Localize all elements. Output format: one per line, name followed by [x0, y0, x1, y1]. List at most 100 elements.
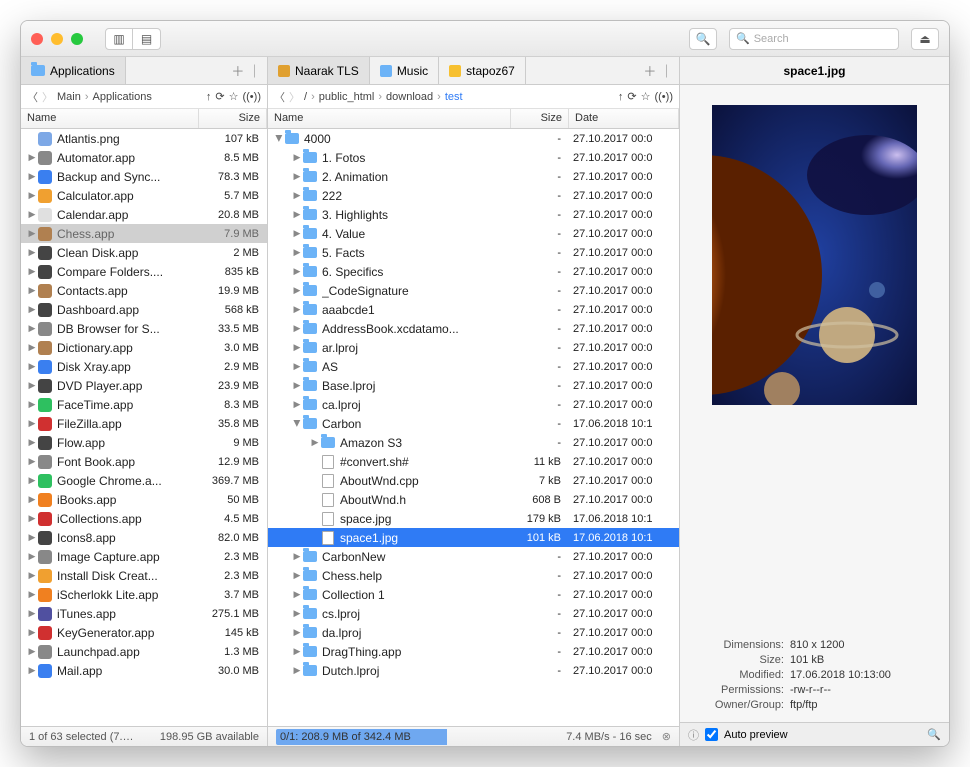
expand-arrow[interactable]: ▶: [27, 570, 37, 581]
list-item[interactable]: ▶4000-27.10.2017 00:0: [268, 129, 679, 148]
expand-arrow[interactable]: ▶: [292, 380, 302, 391]
list-item[interactable]: space1.jpg101 kB17.06.2018 10:1: [268, 528, 679, 547]
list-item[interactable]: ▶2. Animation-27.10.2017 00:0: [268, 167, 679, 186]
expand-arrow[interactable]: ▶: [27, 646, 37, 657]
expand-arrow[interactable]: ▶: [27, 171, 37, 182]
up-icon[interactable]: ↑: [206, 91, 212, 103]
expand-arrow[interactable]: ▶: [27, 532, 37, 543]
list-item[interactable]: ▶Base.lproj-27.10.2017 00:0: [268, 376, 679, 395]
expand-arrow[interactable]: ▶: [292, 209, 302, 220]
expand-arrow[interactable]: ▶: [27, 323, 37, 334]
list-item[interactable]: ▶Mail.app30.0 MB: [21, 661, 267, 680]
list-item[interactable]: ▶Automator.app8.5 MB: [21, 148, 267, 167]
sidebar-toggle-button[interactable]: ▥: [105, 28, 133, 50]
expand-arrow[interactable]: ▶: [292, 285, 302, 296]
list-item[interactable]: ▶Flow.app9 MB: [21, 433, 267, 452]
expand-arrow[interactable]: ▶: [27, 304, 37, 315]
list-item[interactable]: ▶Image Capture.app2.3 MB: [21, 547, 267, 566]
expand-arrow[interactable]: ▶: [292, 551, 302, 562]
list-item[interactable]: Atlantis.png107 kB: [21, 129, 267, 148]
expand-arrow[interactable]: ▶: [27, 342, 37, 353]
col-size[interactable]: Size: [199, 109, 267, 128]
list-item[interactable]: ▶iTunes.app275.1 MB: [21, 604, 267, 623]
tab[interactable]: stapoz67: [439, 57, 526, 84]
expand-arrow[interactable]: ▶: [292, 570, 302, 581]
list-item[interactable]: ▶KeyGenerator.app145 kB: [21, 623, 267, 642]
expand-arrow[interactable]: ▶: [292, 304, 302, 315]
breadcrumb-applications[interactable]: Applications: [93, 91, 152, 103]
expand-arrow[interactable]: ▶: [292, 627, 302, 638]
list-item[interactable]: ▶cs.lproj-27.10.2017 00:0: [268, 604, 679, 623]
list-item[interactable]: ▶aaabcde1-27.10.2017 00:0: [268, 300, 679, 319]
list-item[interactable]: ▶iScherlokk Lite.app3.7 MB: [21, 585, 267, 604]
expand-arrow[interactable]: ▶: [292, 171, 302, 182]
sync-icon[interactable]: ((•)): [654, 91, 673, 103]
list-item[interactable]: ▶AddressBook.xcdatamo...-27.10.2017 00:0: [268, 319, 679, 338]
magnify-button[interactable]: 🔍: [689, 28, 717, 50]
star-icon[interactable]: ☆: [641, 90, 651, 103]
list-item[interactable]: ▶ar.lproj-27.10.2017 00:0: [268, 338, 679, 357]
expand-arrow[interactable]: ▶: [292, 152, 302, 163]
col-date[interactable]: Date: [569, 109, 679, 128]
list-item[interactable]: ▶Chess.app7.9 MB: [21, 224, 267, 243]
tab[interactable]: Music: [370, 57, 439, 84]
view-mode-button[interactable]: ▤: [133, 28, 161, 50]
search-input[interactable]: 🔍 Search: [729, 28, 899, 50]
expand-arrow[interactable]: ▶: [27, 551, 37, 562]
cancel-transfer-icon[interactable]: ⊗: [662, 730, 671, 743]
expand-arrow[interactable]: ▶: [292, 247, 302, 258]
list-item[interactable]: ▶Calculator.app5.7 MB: [21, 186, 267, 205]
expand-arrow[interactable]: ▶: [292, 190, 302, 201]
left-file-list[interactable]: Atlantis.png107 kB▶Automator.app8.5 MB▶B…: [21, 129, 267, 726]
expand-arrow[interactable]: ▶: [27, 513, 37, 524]
col-name[interactable]: Name: [21, 109, 199, 128]
list-item[interactable]: ▶iCollections.app4.5 MB: [21, 509, 267, 528]
list-item[interactable]: ▶AS-27.10.2017 00:0: [268, 357, 679, 376]
refresh-icon[interactable]: ⟳: [215, 90, 224, 103]
expand-arrow[interactable]: ▶: [27, 475, 37, 486]
list-item[interactable]: ▶Chess.help-27.10.2017 00:0: [268, 566, 679, 585]
list-item[interactable]: ▶Install Disk Creat...2.3 MB: [21, 566, 267, 585]
expand-arrow[interactable]: ▶: [27, 247, 37, 258]
list-item[interactable]: ▶4. Value-27.10.2017 00:0: [268, 224, 679, 243]
breadcrumb-public[interactable]: public_html: [319, 91, 375, 103]
expand-arrow[interactable]: ▶: [27, 361, 37, 372]
tab-applications[interactable]: Applications: [21, 57, 126, 84]
list-item[interactable]: ▶Amazon S3-27.10.2017 00:0: [268, 433, 679, 452]
list-item[interactable]: ▶Launchpad.app1.3 MB: [21, 642, 267, 661]
list-item[interactable]: ▶Calendar.app20.8 MB: [21, 205, 267, 224]
nav-forward-button[interactable]: 〉: [42, 89, 53, 105]
expand-arrow[interactable]: ▶: [274, 134, 285, 144]
expand-arrow[interactable]: ▶: [27, 228, 37, 239]
maximize-button[interactable]: [71, 33, 83, 45]
search-icon[interactable]: 🔍: [927, 728, 941, 741]
nav-forward-button[interactable]: 〉: [289, 89, 300, 105]
expand-arrow[interactable]: ▶: [27, 209, 37, 220]
eject-button[interactable]: ⏏: [911, 28, 939, 50]
expand-arrow[interactable]: ▶: [292, 399, 302, 410]
breadcrumb-root[interactable]: /: [304, 91, 307, 103]
list-item[interactable]: ▶Carbon-17.06.2018 10:1: [268, 414, 679, 433]
breadcrumb-main[interactable]: Main: [57, 91, 81, 103]
up-icon[interactable]: ↑: [618, 91, 624, 103]
expand-arrow[interactable]: ▶: [292, 589, 302, 600]
expand-arrow[interactable]: ▶: [27, 266, 37, 277]
list-item[interactable]: ▶Font Book.app12.9 MB: [21, 452, 267, 471]
nav-back-button[interactable]: 〈: [274, 89, 285, 105]
list-item[interactable]: ▶1. Fotos-27.10.2017 00:0: [268, 148, 679, 167]
list-item[interactable]: ▶222-27.10.2017 00:0: [268, 186, 679, 205]
expand-arrow[interactable]: ▶: [310, 437, 320, 448]
list-item[interactable]: ▶3. Highlights-27.10.2017 00:0: [268, 205, 679, 224]
col-size[interactable]: Size: [511, 109, 569, 128]
expand-arrow[interactable]: ▶: [292, 323, 302, 334]
list-item[interactable]: ▶Disk Xray.app2.9 MB: [21, 357, 267, 376]
refresh-icon[interactable]: ⟳: [627, 90, 636, 103]
close-button[interactable]: [31, 33, 43, 45]
list-item[interactable]: ▶DB Browser for S...33.5 MB: [21, 319, 267, 338]
list-item[interactable]: ▶iBooks.app50 MB: [21, 490, 267, 509]
expand-arrow[interactable]: ▶: [27, 380, 37, 391]
list-item[interactable]: ▶Backup and Sync...78.3 MB: [21, 167, 267, 186]
expand-arrow[interactable]: ▶: [27, 190, 37, 201]
list-item[interactable]: ▶_CodeSignature-27.10.2017 00:0: [268, 281, 679, 300]
expand-arrow[interactable]: ▶: [27, 494, 37, 505]
